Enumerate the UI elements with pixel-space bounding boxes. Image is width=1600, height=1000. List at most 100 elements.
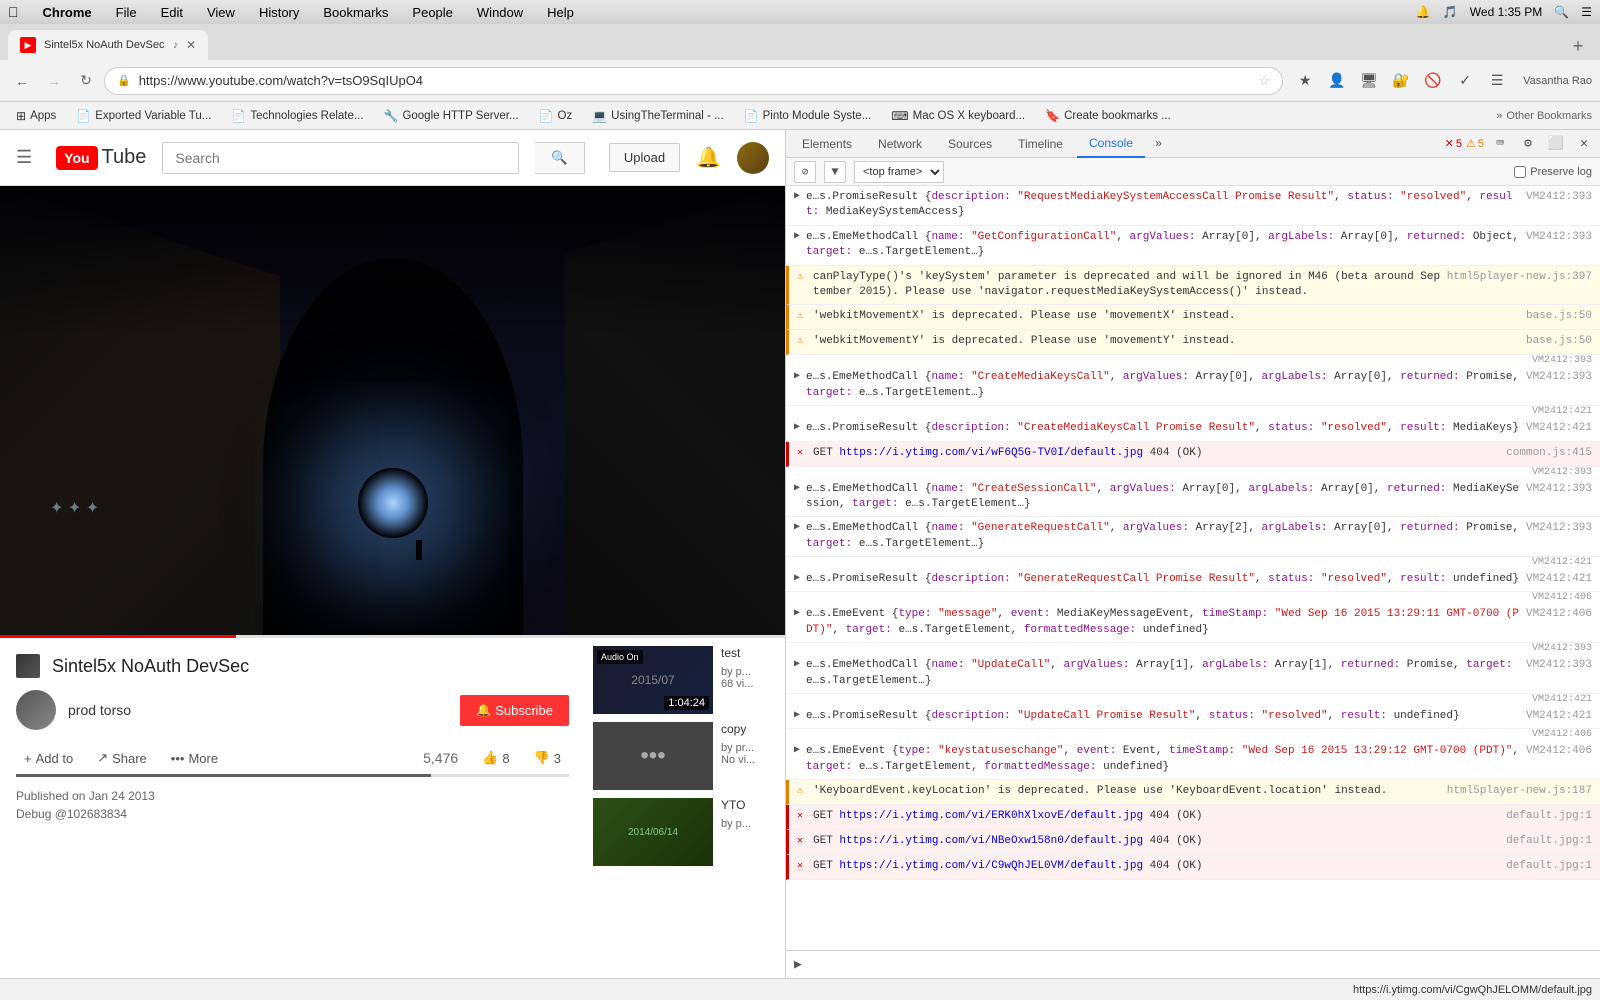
new-tab-button[interactable]: +	[1564, 32, 1592, 60]
devtools-tab-timeline[interactable]: Timeline	[1006, 130, 1075, 158]
dislike-button[interactable]: 👎 3	[526, 746, 569, 770]
expand-icon-4[interactable]: ▶	[794, 421, 800, 436]
devtools-tab-elements[interactable]: Elements	[790, 130, 864, 158]
youtube-search-button[interactable]: 🔍	[535, 142, 585, 174]
bookmark-pinto[interactable]: 📄 Pinto Module Syste...	[736, 107, 880, 125]
error-link-1[interactable]: https://i.ytimg.com/vi/wF6Q5G-TV0I/defau…	[839, 447, 1143, 459]
expand-icon-9[interactable]: ▶	[794, 658, 800, 689]
console-content-warning-3: 'webkitMovementY' is deprecated. Please …	[813, 334, 1522, 350]
search-icon[interactable]: 🔍	[1554, 5, 1569, 19]
bookmark-mac-keyboard[interactable]: ⌨ Mac OS X keyboard...	[883, 107, 1033, 125]
bookmark-terminal[interactable]: 💻 UsingTheTerminal - ...	[584, 107, 731, 125]
forward-button[interactable]: →	[40, 67, 68, 95]
bookmark-google-http[interactable]: 🔧 Google HTTP Server...	[375, 107, 526, 125]
bookmark-create-bookmarks[interactable]: 🔖 Create bookmarks ...	[1037, 107, 1179, 125]
extension-star-icon[interactable]: ★	[1291, 67, 1319, 95]
extension-screen-icon[interactable]: 🖥	[1355, 67, 1383, 95]
user-avatar[interactable]	[737, 142, 769, 174]
devtools-dock-icon[interactable]: ⬜	[1544, 132, 1568, 156]
expand-icon-2[interactable]: ▶	[794, 230, 800, 261]
warning-link-2[interactable]: base.js:50	[1526, 310, 1592, 322]
channel-avatar[interactable]	[16, 690, 56, 730]
yt-menu-icon[interactable]: ☰	[16, 147, 32, 168]
menu-people[interactable]: People	[408, 5, 456, 20]
extension-vpn-icon[interactable]: 🔐	[1387, 67, 1415, 95]
console-location-2: VM2412:393	[1526, 230, 1592, 261]
menu-help[interactable]: Help	[543, 5, 578, 20]
channel-name[interactable]: prod torso	[68, 702, 448, 718]
warning-link-4[interactable]: html5player-new.js:187	[1447, 785, 1592, 797]
bookmark-technologies[interactable]: 📄 Technologies Relate...	[223, 107, 371, 125]
bookmarks-overflow[interactable]: » Other Bookmarks	[1496, 110, 1592, 122]
upload-button[interactable]: Upload	[609, 143, 680, 172]
devtools-tab-more[interactable]: »	[1147, 133, 1170, 155]
address-bar[interactable]: 🔒 https://www.youtube.com/watch?v=tsO9Sq…	[104, 67, 1283, 95]
expand-icon-10[interactable]: ▶	[794, 709, 800, 724]
preserve-log-checkbox[interactable]	[1514, 166, 1526, 178]
expand-icon-7[interactable]: ▶	[794, 572, 800, 587]
share-button[interactable]: ↗ Share	[89, 746, 155, 770]
extension-check-icon[interactable]: ✓	[1451, 67, 1479, 95]
error-link-4[interactable]: https://i.ytimg.com/vi/C9wQhJEL0VM/defau…	[839, 860, 1143, 872]
like-button[interactable]: 👍 8	[474, 746, 517, 770]
expand-icon-6[interactable]: ▶	[794, 521, 800, 552]
sidebar-video-3[interactable]: 2014/06/14 YTO by p...	[593, 798, 777, 866]
menu-history[interactable]: History	[255, 5, 303, 20]
notifications-bell-icon[interactable]: 🔔	[696, 145, 721, 170]
devtools-tab-sources[interactable]: Sources	[936, 130, 1004, 158]
menu-window[interactable]: Window	[473, 5, 527, 20]
error-source-link-3[interactable]: default.jpg:1	[1506, 835, 1592, 847]
error-link-3[interactable]: https://i.ytimg.com/vi/NBeOxw158n0/defau…	[839, 835, 1143, 847]
console-input-field[interactable]	[806, 959, 1592, 971]
expand-icon-3[interactable]: ▶	[794, 370, 800, 401]
bookmark-apps[interactable]: ⊞ Apps	[8, 107, 64, 125]
error-source-link-2[interactable]: default.jpg:1	[1506, 810, 1592, 822]
more-button[interactable]: ••• More	[163, 747, 226, 770]
back-button[interactable]: ←	[8, 67, 36, 95]
sidebar-duration-1: 1:04:24	[664, 696, 709, 710]
youtube-search-input[interactable]	[162, 142, 519, 174]
extension-mask-icon[interactable]: 👤	[1323, 67, 1351, 95]
video-player[interactable]: ✦ ✦ ✦	[0, 186, 785, 638]
devtools-close-button[interactable]: ✕	[1572, 132, 1596, 156]
tab-close-button[interactable]: ✕	[186, 38, 196, 52]
expand-icon-11[interactable]: ▶	[794, 744, 800, 775]
frame-selector[interactable]: <top frame>	[854, 161, 944, 183]
devtools-tab-console[interactable]: Console	[1077, 130, 1145, 158]
menu-view[interactable]: View	[203, 5, 239, 20]
console-content-1: e…s.PromiseResult {description: "Request…	[806, 190, 1522, 221]
devtools-tab-network[interactable]: Network	[866, 130, 934, 158]
devtools-terminal-icon[interactable]: ⌨	[1488, 132, 1512, 156]
sidebar-video-2[interactable]: ••• copy by pr...No vi...	[593, 722, 777, 790]
devtools-settings-icon[interactable]: ⚙	[1516, 132, 1540, 156]
error-source-link-1[interactable]: common.js:415	[1506, 447, 1592, 459]
youtube-logo[interactable]: You Tube	[56, 146, 146, 170]
sidebar-video-1[interactable]: 2015/07 Audio On 1:04:24 test by p...68 …	[593, 646, 777, 714]
expand-icon-1[interactable]: ▶	[794, 190, 800, 221]
expand-icon-5[interactable]: ▶	[794, 482, 800, 513]
menu-chrome[interactable]: Chrome	[39, 5, 96, 20]
control-center-icon[interactable]: ☰	[1581, 5, 1592, 19]
error-link-2[interactable]: https://i.ytimg.com/vi/ERK0hXlxovE/defau…	[839, 810, 1143, 822]
chrome-menu-button[interactable]: ☰	[1483, 67, 1511, 95]
menu-edit[interactable]: Edit	[157, 5, 187, 20]
warning-link-1[interactable]: html5player-new.js:397	[1447, 271, 1592, 283]
bookmark-oz[interactable]: 📄 Oz	[531, 107, 581, 125]
menu-bookmarks[interactable]: Bookmarks	[319, 5, 392, 20]
clear-console-button[interactable]: ⊘	[794, 161, 816, 183]
filter-console-button[interactable]: ▼	[824, 161, 846, 183]
console-messages[interactable]: ▶ e…s.PromiseResult {description: "Reque…	[786, 186, 1600, 950]
menu-file[interactable]: File	[112, 5, 141, 20]
extension-ads-icon[interactable]: 🚫	[1419, 67, 1447, 95]
add-to-button[interactable]: + Add to	[16, 747, 81, 770]
video-progress-bar[interactable]	[0, 635, 785, 638]
bookmark-exported-variable[interactable]: 📄 Exported Variable Tu...	[68, 107, 219, 125]
apple-menu[interactable]: 	[8, 4, 19, 20]
error-source-link-4[interactable]: default.jpg:1	[1506, 860, 1592, 872]
reload-button[interactable]: ↻	[72, 67, 100, 95]
warning-link-3[interactable]: base.js:50	[1526, 335, 1592, 347]
bookmark-star-icon[interactable]: ☆	[1258, 73, 1270, 89]
expand-icon-8[interactable]: ▶	[794, 607, 800, 638]
subscribe-button[interactable]: 🔔 Subscribe	[460, 695, 569, 726]
active-tab[interactable]: ▶ Sintel5x NoAuth DevSec ♪ ✕	[8, 30, 208, 60]
